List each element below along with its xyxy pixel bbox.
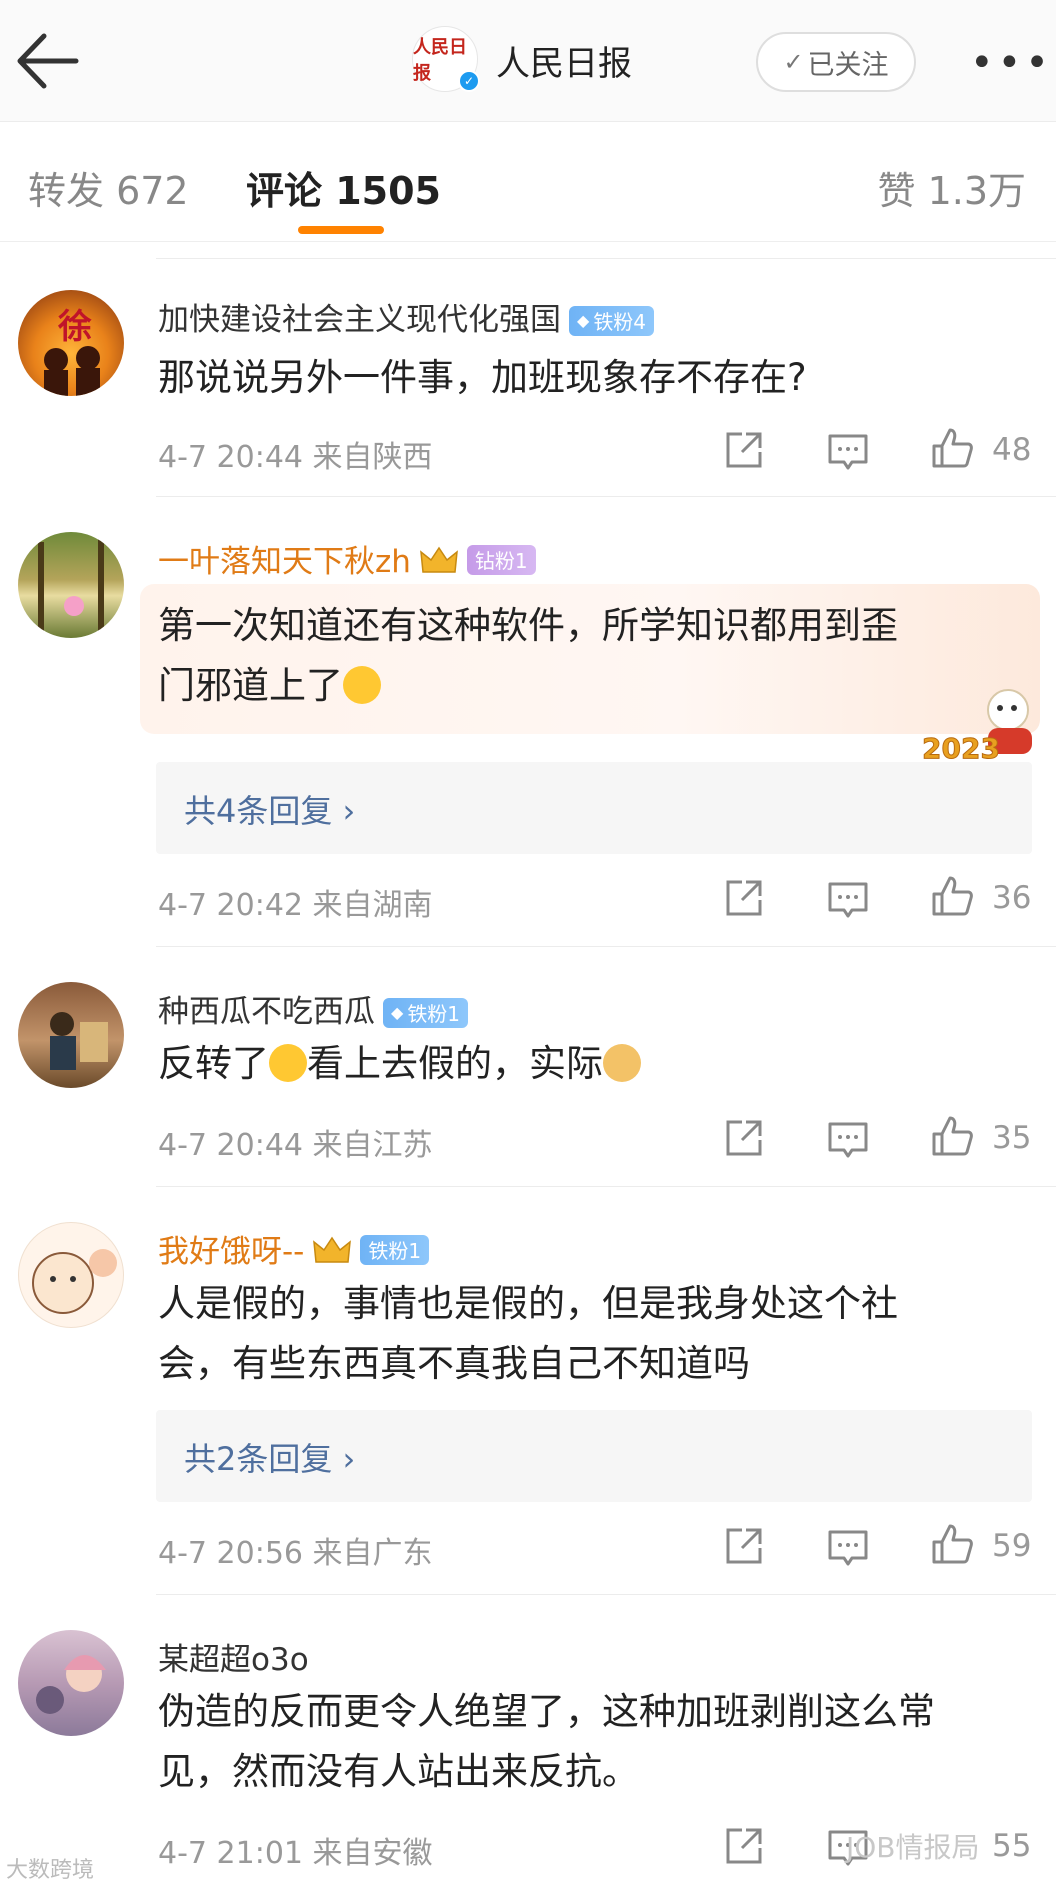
- divider: [156, 1186, 1056, 1187]
- comment-icon[interactable]: [826, 430, 870, 474]
- avatar[interactable]: [18, 1222, 124, 1328]
- comment-icon[interactable]: [826, 1526, 870, 1570]
- like-count: 35: [992, 1120, 1032, 1156]
- username-text: 种西瓜不吃西瓜: [158, 994, 375, 1030]
- tab-like[interactable]: 赞 1.3万: [877, 160, 1026, 215]
- comment-text: 伪造的反而更令人绝望了，这种加班剥削这么常 见，然而没有人站出来反抗。: [158, 1682, 1028, 1802]
- more-dots-icon[interactable]: •••: [970, 40, 1053, 86]
- comment-text: 反转了 看上去假的，实际: [158, 1034, 1028, 1094]
- like-count: 48: [992, 432, 1032, 468]
- view-replies-link[interactable]: 共2条回复 ›: [156, 1410, 1032, 1502]
- tab-comment[interactable]: 评论 1505: [246, 160, 441, 215]
- comment-meta: 4-7 20:42 来自湖南: [158, 888, 433, 923]
- divider: [156, 258, 1056, 259]
- crown-icon: [419, 546, 458, 573]
- new-year-sticker: 2023: [916, 680, 1046, 770]
- comment-username[interactable]: 加快建设社会主义现代化强国 ◆ 铁粉4: [158, 294, 655, 339]
- like-icon[interactable]: [930, 1114, 974, 1158]
- diamond-icon: ◆: [577, 311, 590, 330]
- fan-badge: ◆ 铁粉1: [383, 997, 469, 1028]
- comment-text: 第一次知道还有这种软件，所学知识都用到歪 门邪道上了: [158, 596, 1028, 716]
- badge-label: 铁粉4: [593, 310, 647, 334]
- verified-icon: ✓: [458, 70, 480, 92]
- active-tab-indicator: [298, 226, 384, 234]
- comment-text: 人是假的，事情也是假的，但是我身处这个社 会，有些东西真不真我自己不知道吗: [158, 1274, 1028, 1394]
- check-icon: ✓: [783, 48, 804, 76]
- like-icon[interactable]: [930, 426, 974, 470]
- comment-text-segment: 看上去假的，实际: [307, 1042, 603, 1085]
- divider: [156, 496, 1056, 497]
- repost-icon[interactable]: [722, 428, 766, 472]
- comment-meta: 4-7 20:44 来自江苏: [158, 1128, 433, 1163]
- account-name[interactable]: 人民日报: [496, 36, 632, 85]
- comment-text: 那说说另外一件事，加班现象存不存在?: [158, 356, 807, 399]
- avatar[interactable]: [18, 982, 124, 1088]
- comment-username[interactable]: 种西瓜不吃西瓜 ◆ 铁粉1: [158, 986, 469, 1031]
- avatar[interactable]: 徐: [18, 290, 124, 396]
- username-text: 我好饿呀--: [158, 1234, 305, 1270]
- avatar[interactable]: [18, 532, 124, 638]
- comment-meta: 4-7 20:56 来自广东: [158, 1536, 433, 1571]
- comment-text-segment: 反转了: [158, 1042, 269, 1085]
- avatar-text: 徐: [57, 307, 92, 347]
- shush-emoji-icon: [343, 666, 381, 704]
- username-text: 一叶落知天下秋zh: [158, 544, 411, 580]
- watermark-left: 大数跨境: [6, 1858, 95, 1883]
- comment-text-line: 门邪道上了: [158, 664, 343, 707]
- top-nav-bar: 人民日报 ✓ 人民日报 ✓ 已关注 •••: [0, 0, 1056, 122]
- fan-badge: ◆ 铁粉4: [569, 305, 655, 336]
- like-count: 36: [992, 880, 1032, 916]
- repost-icon[interactable]: [722, 1824, 766, 1868]
- tab-repost[interactable]: 转发 672: [28, 160, 189, 215]
- yummy-emoji-icon: [269, 1044, 307, 1082]
- doge-emoji-icon: [603, 1044, 641, 1082]
- comment-meta: 4-7 20:44 来自陕西: [158, 440, 433, 475]
- comment-text-line: 第一次知道还有这种软件，所学知识都用到歪: [158, 604, 898, 647]
- sticker-year-text: 2023: [922, 732, 1000, 765]
- tab-bar: 转发 672 评论 1505 赞 1.3万: [0, 122, 1056, 242]
- repost-icon[interactable]: [722, 1524, 766, 1568]
- like-icon[interactable]: [930, 1522, 974, 1566]
- comment-text-line: 见，然而没有人站出来反抗。: [158, 1750, 639, 1793]
- repost-icon[interactable]: [722, 876, 766, 920]
- comment-icon[interactable]: [826, 1118, 870, 1162]
- following-button[interactable]: ✓ 已关注: [756, 32, 916, 92]
- comment-text-line: 人是假的，事情也是假的，但是我身处这个社: [158, 1282, 898, 1325]
- like-count: 59: [992, 1528, 1032, 1564]
- fan-badge: 铁粉1: [360, 1234, 430, 1265]
- like-icon[interactable]: [930, 874, 974, 918]
- badge-label: 铁粉1: [368, 1239, 422, 1263]
- back-arrow-icon[interactable]: [10, 26, 86, 96]
- comment-text-line: 会，有些东西真不真我自己不知道吗: [158, 1342, 750, 1385]
- divider: [156, 1594, 1056, 1595]
- badge-label: 铁粉1: [407, 1002, 461, 1026]
- diamond-icon: ◆: [391, 1003, 404, 1022]
- crown-icon: [313, 1236, 352, 1263]
- comment-text-line: 伪造的反而更令人绝望了，这种加班剥削这么常: [158, 1690, 935, 1733]
- comment-username[interactable]: 某超超o3o: [158, 1634, 309, 1679]
- watermark-right: JOB情报局: [846, 1831, 980, 1864]
- comment-meta: 4-7 21:01 来自安徽: [158, 1836, 433, 1871]
- like-count: 55: [992, 1828, 1032, 1864]
- avatar[interactable]: [18, 1630, 124, 1736]
- username-text: 加快建设社会主义现代化强国: [158, 302, 561, 338]
- following-label: 已关注: [807, 49, 889, 81]
- comment-icon[interactable]: [826, 878, 870, 922]
- fan-badge: 钻粉1: [466, 544, 536, 575]
- divider: [156, 946, 1056, 947]
- comment-username[interactable]: 我好饿呀-- 铁粉1: [158, 1226, 430, 1271]
- badge-label: 钻粉1: [474, 549, 528, 573]
- comment-username[interactable]: 一叶落知天下秋zh 钻粉1: [158, 536, 536, 581]
- view-replies-link[interactable]: 共4条回复 ›: [156, 762, 1032, 854]
- repost-icon[interactable]: [722, 1116, 766, 1160]
